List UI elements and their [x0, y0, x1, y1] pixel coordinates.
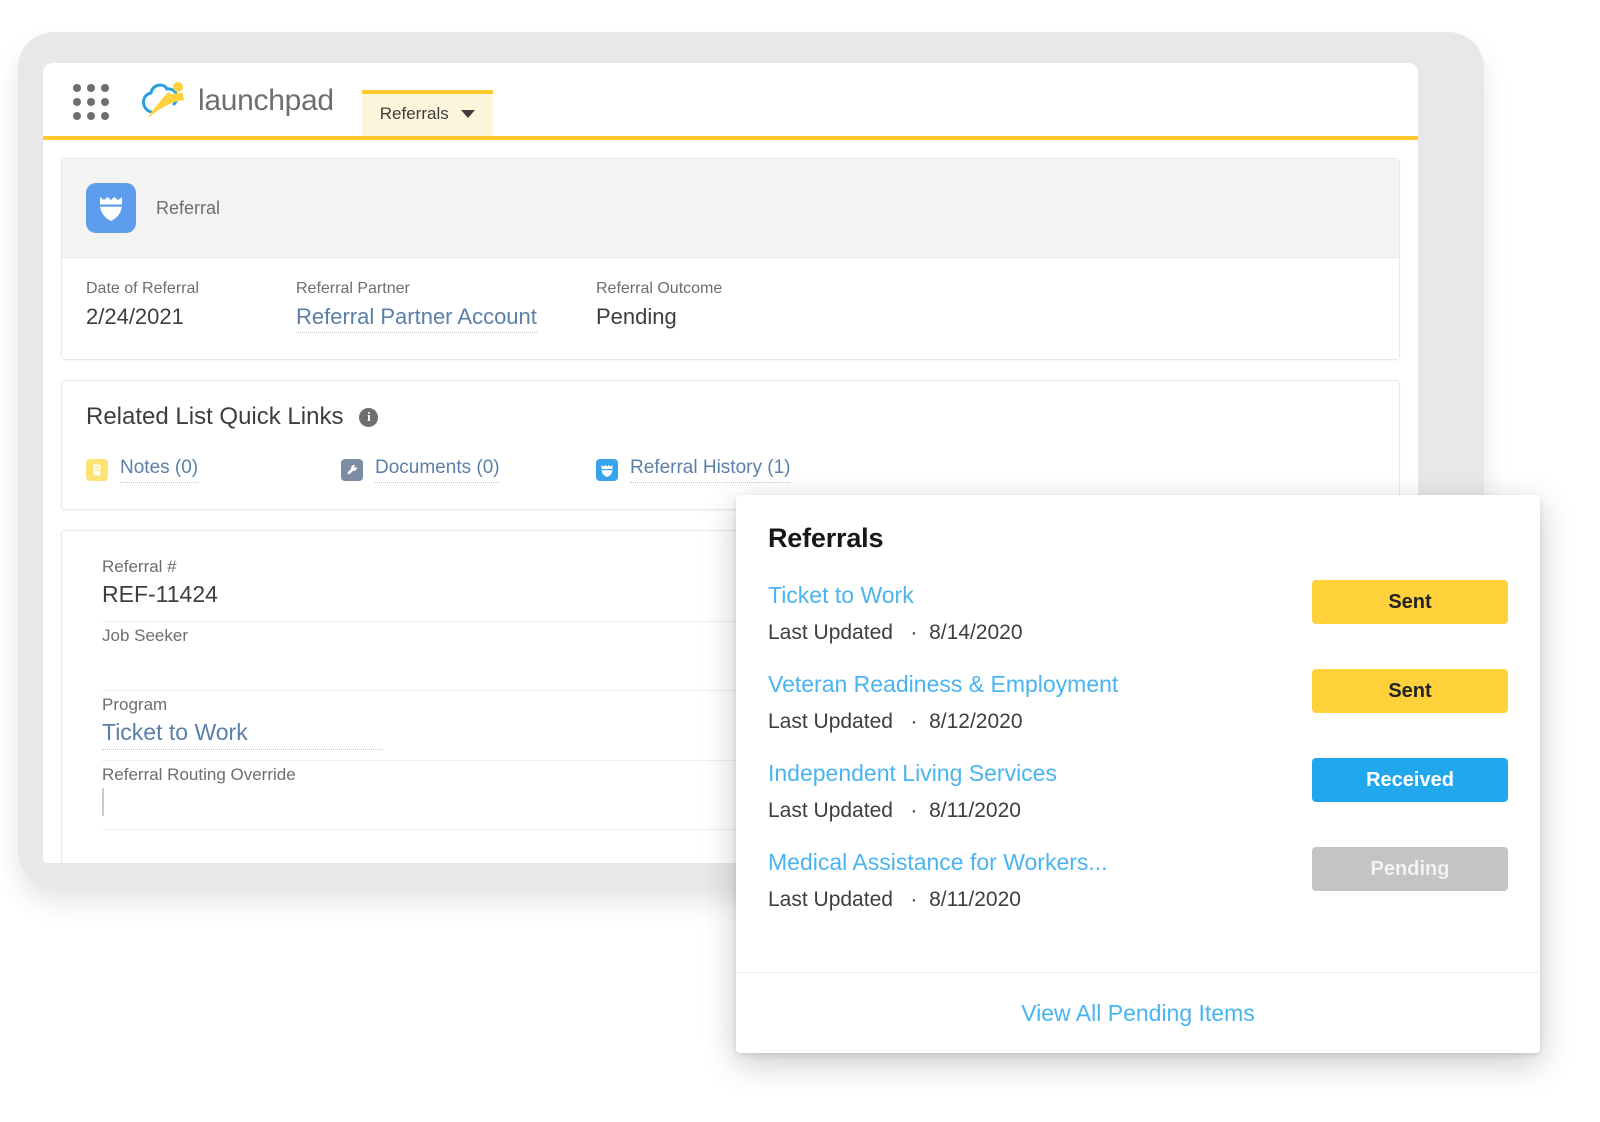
- referral-last-updated: Last Updated · 8/11/2020: [768, 888, 1021, 911]
- referral-routing-override-checkbox[interactable]: [102, 788, 104, 816]
- referral-last-updated: Last Updated · 8/14/2020: [768, 621, 1023, 644]
- list-item: Veteran Readiness & Employment Last Upda…: [768, 667, 1508, 734]
- referral-last-updated: Last Updated · 8/12/2020: [768, 710, 1023, 733]
- referrals-panel-footer: View All Pending Items: [736, 972, 1540, 1053]
- related-list-quick-links-card: Related List Quick Links i Notes (0) Doc…: [61, 380, 1400, 510]
- list-item: Ticket to Work Last Updated · 8/14/2020 …: [768, 578, 1508, 645]
- wrench-document-icon: [341, 459, 363, 481]
- list-item: Independent Living Services Last Updated…: [768, 756, 1508, 823]
- brand-name: launchpad: [198, 84, 334, 117]
- referral-shield-icon: [86, 183, 136, 233]
- referral-name-link[interactable]: Ticket to Work: [768, 582, 1023, 609]
- info-icon[interactable]: i: [359, 407, 379, 427]
- referrals-list: Ticket to Work Last Updated · 8/14/2020 …: [736, 554, 1540, 912]
- global-header: launchpad Referrals: [43, 63, 1418, 140]
- quick-link-documents[interactable]: Documents (0): [341, 457, 596, 483]
- record-highlight-card: Referral Date of Referral 2/24/2021 Refe…: [61, 158, 1400, 360]
- status-badge[interactable]: Sent: [1312, 580, 1508, 624]
- referral-shield-icon: [596, 459, 618, 481]
- record-type-label: Referral: [156, 197, 221, 218]
- record-field-referral-partner: Referral Partner Referral Partner Accoun…: [296, 280, 596, 333]
- quick-links-title: Related List Quick Links: [86, 403, 344, 430]
- quick-link-label: Referral History (1): [630, 457, 791, 483]
- field-value: 2/24/2021: [86, 304, 184, 329]
- referral-name-link[interactable]: Medical Assistance for Workers...: [768, 849, 1108, 876]
- quick-links-header: Related List Quick Links i: [86, 403, 1375, 431]
- brand-logo[interactable]: launchpad: [139, 78, 334, 124]
- quick-link-notes[interactable]: Notes (0): [86, 457, 341, 483]
- launchpad-logo-icon: [139, 78, 193, 124]
- quick-link-label: Documents (0): [375, 457, 500, 483]
- status-badge[interactable]: Pending: [1312, 847, 1508, 891]
- referral-name-link[interactable]: Veteran Readiness & Employment: [768, 671, 1118, 698]
- referral-partner-link[interactable]: Referral Partner Account: [296, 304, 537, 333]
- status-badge[interactable]: Received: [1312, 758, 1508, 802]
- list-item-info: Independent Living Services Last Updated…: [768, 756, 1057, 823]
- chevron-down-icon: [460, 110, 475, 118]
- list-item-info: Veteran Readiness & Employment Last Upda…: [768, 667, 1118, 734]
- tab-referrals-label: Referrals: [379, 104, 449, 123]
- field-label: Referral Outcome: [596, 280, 723, 297]
- field-label: Referral Partner: [296, 280, 410, 297]
- field-label: Date of Referral: [86, 280, 199, 297]
- notes-icon: [86, 459, 108, 481]
- program-link[interactable]: Ticket to Work: [102, 719, 382, 750]
- field-value: Pending: [596, 304, 677, 329]
- list-item-info: Ticket to Work Last Updated · 8/14/2020: [768, 578, 1023, 645]
- quick-links-row: Notes (0) Documents (0) Referral History…: [86, 457, 1375, 483]
- list-item: Medical Assistance for Workers... Last U…: [768, 845, 1508, 912]
- view-all-pending-items-link[interactable]: View All Pending Items: [1021, 1000, 1255, 1027]
- tab-referrals[interactable]: Referrals: [361, 90, 493, 136]
- list-item-info: Medical Assistance for Workers... Last U…: [768, 845, 1108, 912]
- referral-last-updated: Last Updated · 8/11/2020: [768, 799, 1021, 822]
- referrals-panel-title: Referrals: [768, 523, 884, 553]
- referral-name-link[interactable]: Independent Living Services: [768, 760, 1057, 787]
- record-field-row: Date of Referral 2/24/2021 Referral Part…: [62, 258, 1399, 359]
- record-field-referral-outcome: Referral Outcome Pending: [596, 280, 896, 333]
- quick-link-referral-history[interactable]: Referral History (1): [596, 457, 791, 483]
- status-badge[interactable]: Sent: [1312, 669, 1508, 713]
- app-launcher-icon[interactable]: [73, 84, 109, 120]
- quick-link-label: Notes (0): [120, 457, 199, 483]
- record-field-date-of-referral: Date of Referral 2/24/2021: [86, 280, 296, 333]
- record-header: Referral: [62, 159, 1399, 258]
- referrals-panel: Referrals Ticket to Work Last Updated · …: [736, 495, 1540, 1053]
